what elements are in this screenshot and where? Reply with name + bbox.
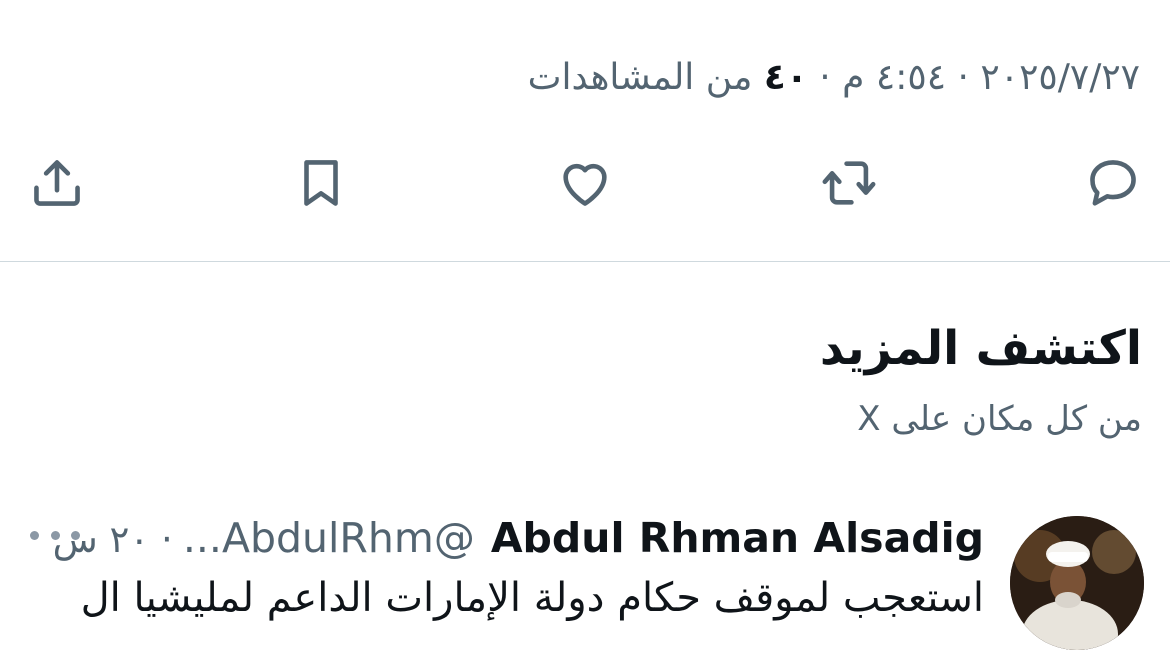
author-name[interactable]: Abdul Rhman Alsadig xyxy=(491,510,984,566)
discover-more-subtitle: من كل مكان على X xyxy=(857,399,1142,439)
share-icon xyxy=(34,160,80,206)
bookmark-button[interactable] xyxy=(286,148,356,218)
more-options-button[interactable] xyxy=(30,520,80,550)
tweet-text: استعجب لموقف حكام دولة الإمارات الداعم ل… xyxy=(80,575,984,621)
tweet-time[interactable]: ٤:٥٤ م xyxy=(842,57,946,98)
reply-button[interactable] xyxy=(1078,148,1148,218)
section-divider xyxy=(0,261,1170,262)
tweet-header: Abdul Rhman Alsadig @AbdulRhm... · ٢٠ س xyxy=(53,510,984,568)
views-label: من المشاهدات xyxy=(527,57,764,98)
repost-button[interactable] xyxy=(814,148,884,218)
like-button[interactable] xyxy=(550,148,620,218)
reply-icon xyxy=(1090,160,1136,206)
more-dot-icon xyxy=(50,530,60,540)
views-count: ٤٠ xyxy=(763,57,808,98)
tweet-meta-line: ٢٠٢٥/٧/٢٧ · ٤:٥٤ م · ٤٠ من المشاهدات xyxy=(528,52,1140,104)
avatar[interactable] xyxy=(1010,516,1144,650)
repost-icon xyxy=(822,161,876,205)
more-dot-icon xyxy=(71,530,80,540)
discover-more-title: اكتشف المزيد xyxy=(819,321,1142,376)
tweet-actions-bar xyxy=(0,148,1170,218)
time-separator: · xyxy=(149,518,173,561)
avatar-photo xyxy=(1010,516,1144,650)
bookmark-icon xyxy=(304,160,338,206)
meta-separator: · xyxy=(946,57,981,98)
share-button[interactable] xyxy=(22,148,92,218)
author-handle[interactable]: @AbdulRhm... xyxy=(183,510,475,566)
tweet-date[interactable]: ٢٠٢٥/٧/٢٧ xyxy=(980,57,1140,98)
like-icon xyxy=(563,163,607,206)
meta-separator: · xyxy=(807,57,843,98)
more-dot-icon xyxy=(30,530,39,540)
